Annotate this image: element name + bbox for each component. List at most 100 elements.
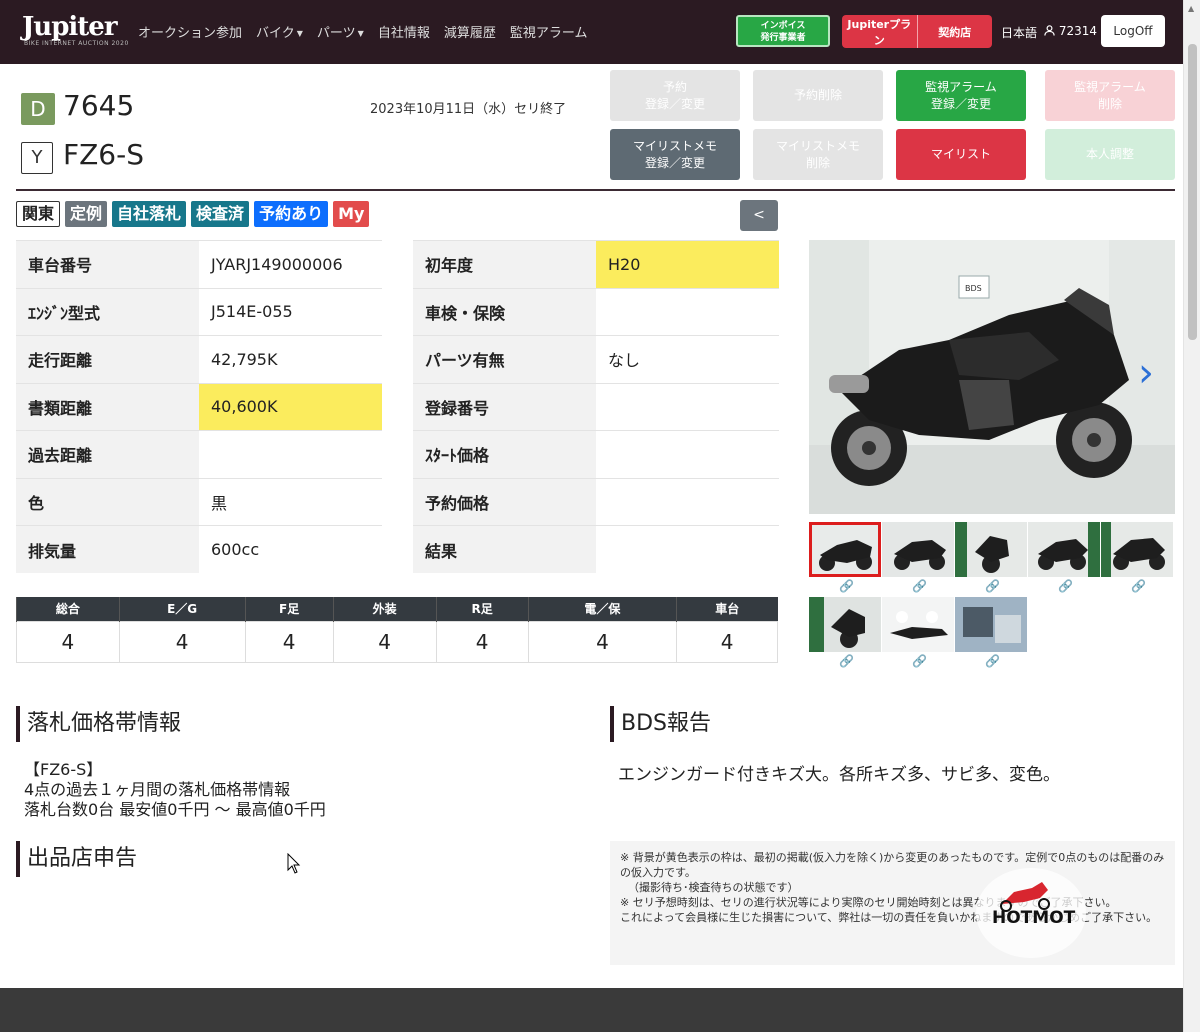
scroll-up-icon[interactable]: ▲ xyxy=(1188,4,1194,13)
vertical-scrollbar[interactable]: ▲ xyxy=(1183,0,1200,1032)
invoice-line1: インボイス xyxy=(760,21,806,31)
link-icon[interactable]: 🔗 xyxy=(985,579,1000,593)
nav-watch-alarm[interactable]: 監視アラーム xyxy=(510,22,588,41)
nav-bike-dropdown[interactable]: バイク ▼ xyxy=(256,22,303,41)
thumbnail-graphic xyxy=(955,522,1027,577)
caret-down-icon: ▼ xyxy=(357,29,364,38)
thumbnail-graphic xyxy=(955,597,1027,652)
link-icon[interactable]: 🔗 xyxy=(839,654,854,668)
chevron-right-icon[interactable]: › xyxy=(1138,350,1154,396)
motorcycle-photo-graphic: BDS xyxy=(809,240,1175,514)
spec-value xyxy=(596,287,779,336)
thumbnail-6[interactable] xyxy=(809,597,881,652)
jupiter-logo[interactable]: Jupiter xyxy=(22,14,118,40)
logoff-button[interactable]: LogOff xyxy=(1101,15,1165,47)
mylist-memo-button[interactable]: マイリストメモ 登録／変更 xyxy=(610,129,740,180)
main-motorcycle-photo[interactable]: BDS ‹ xyxy=(809,240,1175,514)
user-account[interactable]: 72314 xyxy=(1044,24,1097,38)
contract-store-button[interactable]: 契約店 xyxy=(918,24,993,40)
spec-label: 予約価格 xyxy=(413,477,596,526)
lot-number: 7645 xyxy=(63,89,135,122)
tag-my: My xyxy=(333,201,370,227)
price-period-line: 4点の過去１ヶ月間の落札価格帯情報 xyxy=(24,780,291,799)
spec-label: 書類距離 xyxy=(16,382,199,431)
score-header-row: 総合 E／G F足 外装 R足 電／保 車台 xyxy=(16,597,778,621)
spec-label: 結果 xyxy=(413,525,596,573)
link-icon[interactable]: 🔗 xyxy=(1131,579,1146,593)
mylist-button[interactable]: マイリスト xyxy=(896,129,1026,180)
spec-label: パーツ有無 xyxy=(413,335,596,383)
table-row: 排気量 600cc xyxy=(16,525,382,573)
link-icon[interactable]: 🔗 xyxy=(912,654,927,668)
link-icon[interactable]: 🔗 xyxy=(985,654,1000,668)
spec-value xyxy=(199,430,382,478)
alarm-delete-button[interactable]: 監視アラーム 削除 xyxy=(1045,70,1175,121)
spec-value: 42,795K xyxy=(199,335,382,383)
score-value: 4 xyxy=(16,620,120,663)
tag-region: 関東 xyxy=(16,201,61,227)
nav-bike-label: バイク xyxy=(256,26,295,41)
spec-value xyxy=(596,382,779,431)
inspection-score-table: 総合 E／G F足 外装 R足 電／保 車台 4 4 4 4 4 4 4 xyxy=(16,597,778,663)
thumbnail-3[interactable] xyxy=(955,522,1027,577)
spec-value xyxy=(596,477,779,526)
notice-line: （撮影待ち･検査待ちの状態です） xyxy=(628,881,799,894)
spec-value: JYARJ149000006 xyxy=(199,240,382,288)
table-row: 書類距離 40,600K xyxy=(16,382,382,431)
mylist-memo-delete-button[interactable]: マイリストメモ 削除 xyxy=(753,129,883,180)
seller-declaration-heading: 出品店申告 xyxy=(16,841,137,877)
score-value: 4 xyxy=(244,620,334,663)
spec-label: ｴﾝｼﾞﾝ型式 xyxy=(16,287,199,336)
spec-label: ｽﾀｰﾄ価格 xyxy=(413,430,596,478)
thumbnail-4[interactable] xyxy=(1028,522,1100,577)
alarm-register-button[interactable]: 監視アラーム 登録／変更 xyxy=(896,70,1026,121)
nav-parts-dropdown[interactable]: パーツ ▼ xyxy=(317,22,364,41)
score-header: 外装 xyxy=(332,597,436,621)
spec-value: なし xyxy=(596,335,779,383)
jupiter-plan-button[interactable]: Jupiterプラン xyxy=(842,16,917,48)
region-badge: D xyxy=(21,93,55,125)
top-navbar: Jupiter BIKE INTERNET AUCTION 2020 オークショ… xyxy=(0,0,1200,64)
link-icon[interactable]: 🔗 xyxy=(839,579,854,593)
bds-report-text: エンジンガード付きキズ大。各所キズ多、サビ多、変色。 xyxy=(618,765,1060,785)
nav-parts-label: パーツ xyxy=(316,26,356,41)
table-row: 走行距離 42,795K xyxy=(16,335,382,383)
thumbnail-2[interactable] xyxy=(882,522,954,577)
spec-label: 車台番号 xyxy=(16,240,199,288)
user-icon xyxy=(1044,25,1055,36)
user-id: 72314 xyxy=(1058,24,1098,38)
back-button[interactable]: < xyxy=(740,200,778,231)
caret-down-icon: ▼ xyxy=(296,29,303,38)
table-row: 予約価格 xyxy=(413,477,779,526)
thumbnail-graphic xyxy=(882,522,954,577)
scrollbar-thumb[interactable] xyxy=(1188,44,1197,340)
nav-auction-join[interactable]: オークション参加 xyxy=(138,22,242,41)
language-selector[interactable]: 日本語 xyxy=(1001,24,1037,41)
reserve-delete-button[interactable]: 予約削除 xyxy=(753,70,883,121)
nav-menu: オークション参加 バイク ▼ パーツ ▼ 自社情報 減算履歴 監視アラーム xyxy=(138,22,587,41)
nav-company-info[interactable]: 自社情報 xyxy=(378,22,430,41)
thumbnail-8[interactable] xyxy=(955,597,1027,652)
self-adjust-button[interactable]: 本人調整 xyxy=(1045,129,1175,180)
notice-line: ※ 背景が黄色表示の枠は、最初の掲載(仮入力を除く)から変更のあったものです。定… xyxy=(620,851,1165,879)
spec-table-left: 車台番号 JYARJ149000006 ｴﾝｼﾞﾝ型式 J514E-055 走行距離… xyxy=(16,240,382,573)
nav-deduction-history[interactable]: 減算履歴 xyxy=(444,22,496,41)
link-icon[interactable]: 🔗 xyxy=(912,579,927,593)
score-value: 4 xyxy=(676,620,778,663)
invoice-issuer-badge[interactable]: インボイス 発行事業者 xyxy=(736,15,830,47)
status-tags: 関東 定例 自社落札 検査済 予約あり My xyxy=(16,201,370,227)
thumbnail-5[interactable] xyxy=(1101,522,1173,577)
table-row: パーツ有無 なし xyxy=(413,335,779,383)
spec-table-right: 初年度 H20 車検・保険 パーツ有無 なし 登録番号 ｽﾀｰﾄ価格 予約価格 結果 xyxy=(413,240,779,573)
reserve-register-button[interactable]: 予約 登録／変更 xyxy=(610,70,740,121)
auction-end-date: 2023年10月11日（水）セリ終了 xyxy=(370,102,567,117)
model-name: FZ6-S xyxy=(63,138,144,171)
thumbnail-graphic xyxy=(1028,522,1100,577)
invoice-line2: 発行事業者 xyxy=(760,33,806,43)
thumbnail-7[interactable] xyxy=(882,597,954,652)
spec-value-highlighted: 40,600K xyxy=(199,382,382,431)
table-row: 車台番号 JYARJ149000006 xyxy=(16,240,382,288)
price-range-info: 【FZ6-S】 4点の過去１ヶ月間の落札価格帯情報 落札台数0台 最安値0千円 … xyxy=(24,760,326,820)
thumbnail-1[interactable] xyxy=(809,522,881,577)
link-icon[interactable]: 🔗 xyxy=(1058,579,1073,593)
